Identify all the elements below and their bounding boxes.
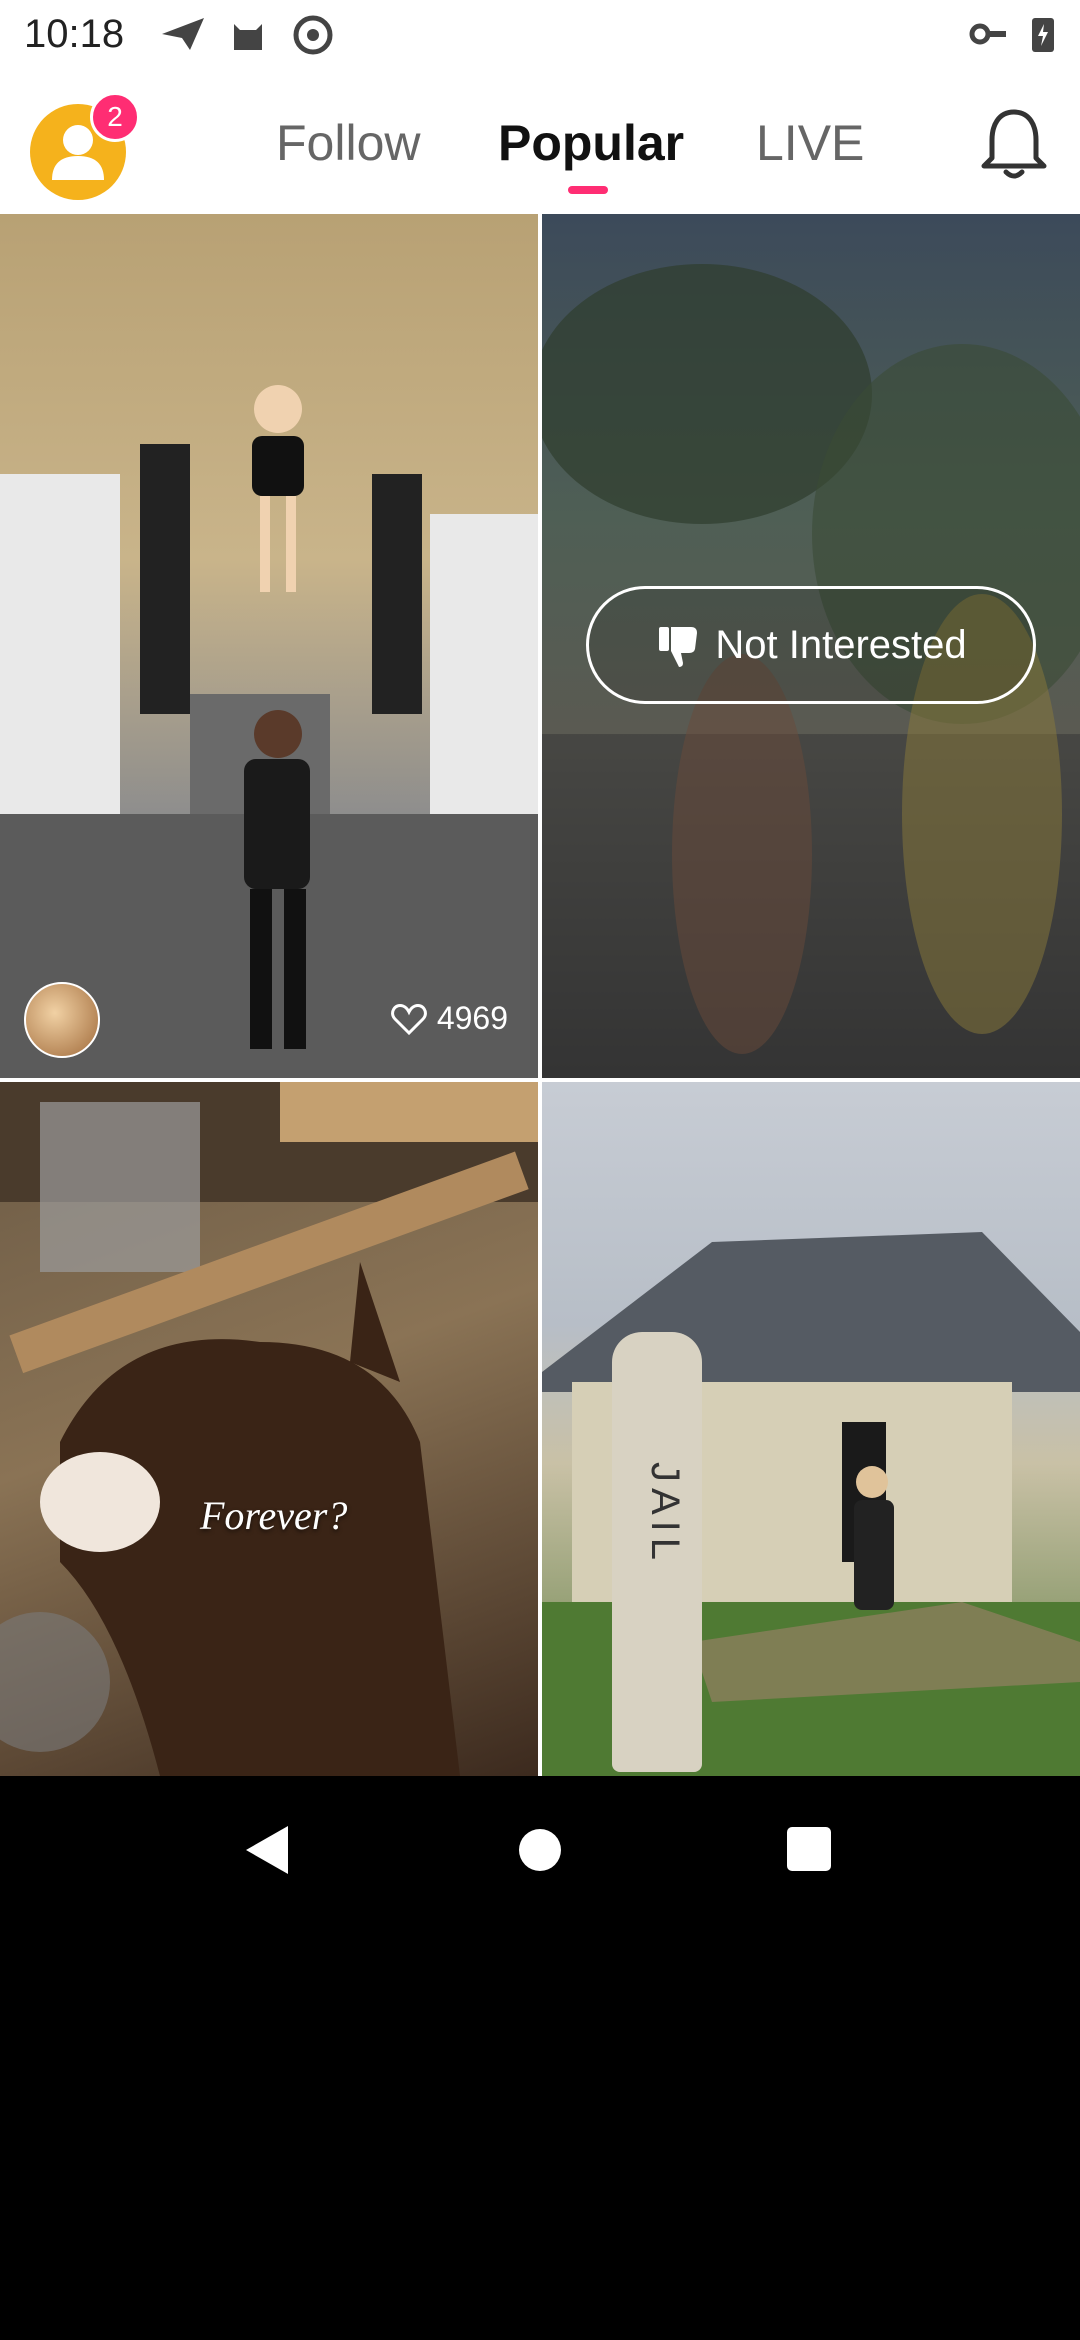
- active-tab-indicator: [568, 186, 608, 194]
- like-count-text: 4969: [436, 1000, 508, 1036]
- video-tile-cheer[interactable]: 4969: [0, 214, 538, 1078]
- notification-count-badge: 2: [90, 92, 140, 142]
- status-time: 10:18: [24, 12, 125, 56]
- not-interested-label: Not Interested: [715, 622, 967, 667]
- like-count: 4969: [390, 1000, 508, 1037]
- status-bar: 10:18: [0, 0, 1080, 72]
- creator-avatar[interactable]: [24, 982, 100, 1058]
- heart-icon: [390, 1003, 427, 1035]
- recents-icon[interactable]: [786, 1826, 832, 1872]
- bell-icon[interactable]: [980, 106, 1048, 182]
- battery-charging-icon: [1032, 18, 1054, 52]
- tab-follow[interactable]: Follow: [276, 114, 420, 172]
- horse-thumbnail: [0, 1082, 538, 1776]
- video-tile-hidden[interactable]: Not Interested: [542, 214, 1080, 1078]
- vpn-key-icon: [969, 23, 1006, 45]
- video-feed-grid: 4969 Not Interested Forever? JAIL: [0, 214, 1080, 1964]
- video-tile-horse[interactable]: Forever?: [0, 1082, 538, 1776]
- tab-popular[interactable]: Popular: [498, 114, 684, 172]
- at-sign-icon: [293, 15, 333, 55]
- cheer-thumbnail: [0, 385, 538, 1078]
- system-navigation-bar: [0, 1776, 1080, 1920]
- home-nav-icon[interactable]: [518, 1828, 562, 1872]
- video-tile-jail[interactable]: JAIL: [542, 1082, 1080, 1776]
- jail-post-text: JAIL: [643, 1462, 687, 1567]
- back-icon[interactable]: [242, 1824, 292, 1876]
- empty-screen-area: [0, 1920, 1080, 2340]
- thumbs-down-icon: [659, 627, 698, 667]
- not-interested-button[interactable]: Not Interested: [586, 586, 1036, 704]
- cat-icon: [234, 24, 262, 50]
- send-icon: [162, 18, 204, 50]
- tab-live[interactable]: LIVE: [756, 114, 864, 172]
- video-caption: Forever?: [200, 1493, 348, 1538]
- top-tab-bar: 2 Follow Popular LIVE: [0, 72, 1080, 214]
